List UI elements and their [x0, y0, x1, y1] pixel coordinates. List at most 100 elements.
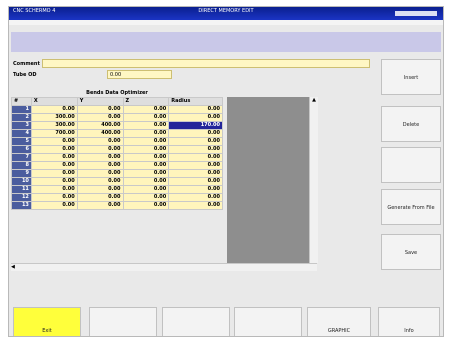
vertical-scrollbar[interactable]: ▲: [309, 97, 318, 263]
cell-value[interactable]: 0.00: [122, 193, 170, 202]
table-row[interactable]: 10 0.00 0.00 0.00 0.00: [11, 177, 223, 186]
table-row[interactable]: 7 0.00 0.00 0.00 0.00: [11, 153, 223, 162]
cell-value[interactable]: 0.00: [30, 137, 78, 146]
cell-value[interactable]: 0.00: [168, 161, 223, 170]
scroll-left-icon[interactable]: ◀: [11, 264, 15, 270]
cell-value[interactable]: 0.00: [30, 201, 78, 210]
cell-value[interactable]: 0.00: [122, 161, 170, 170]
cell-value[interactable]: 0.00: [122, 105, 170, 114]
cell-value[interactable]: 0.00: [30, 145, 78, 154]
cell-value[interactable]: 0.00: [168, 201, 223, 210]
cell-value[interactable]: 400.00: [76, 129, 124, 138]
bends-grid: Bends Data Optimizer # X Y Z Radius 1 0.00 0.0…: [11, 89, 223, 210]
cell-value[interactable]: 0.00: [122, 121, 170, 130]
cell-value[interactable]: 0.00: [168, 153, 223, 162]
table-row[interactable]: 4 700.00 400.00 0.00 0.00: [11, 129, 223, 138]
cell-value[interactable]: 0.00: [30, 105, 78, 114]
cell-value[interactable]: 0.00: [30, 169, 78, 178]
row-index: 1: [11, 105, 32, 114]
cell-value[interactable]: 0.00: [76, 193, 124, 202]
insert-button[interactable]: Insert: [381, 59, 441, 95]
bottom-button-4[interactable]: [234, 307, 302, 336]
bends-table: # X Y Z Radius 1 0.00 0.00 0.00 0.00 2 300.00 0.00 0…: [11, 97, 223, 210]
exit-button[interactable]: Exit: [13, 307, 81, 336]
cell-value[interactable]: 0.00: [168, 177, 223, 186]
tube-od-input[interactable]: 0.00: [107, 70, 172, 79]
row-index: 11: [11, 185, 32, 194]
bottom-button-3[interactable]: [162, 307, 230, 336]
editor-window: CNC SCHERMO 4 DIRECT MEMORY EDIT Comment…: [8, 6, 444, 337]
delete-button[interactable]: Delete: [381, 106, 441, 142]
cell-value[interactable]: 0.00: [122, 129, 170, 138]
table-row[interactable]: 12 0.00 0.00 0.00 0.00: [11, 193, 223, 202]
table-row[interactable]: 2 300.00 0.00 0.00 0.00: [11, 113, 223, 122]
window-controls[interactable]: [395, 11, 437, 16]
cell-value[interactable]: 0.00: [168, 113, 223, 122]
cell-value[interactable]: 0.00: [30, 185, 78, 194]
cell-value[interactable]: 0.00: [76, 145, 124, 154]
cell-value[interactable]: 0.00: [76, 185, 124, 194]
cell-value[interactable]: 300.00: [30, 113, 78, 122]
cell-value[interactable]: 300.00: [30, 121, 78, 130]
title-bar: CNC SCHERMO 4 DIRECT MEMORY EDIT: [9, 7, 443, 20]
cell-value[interactable]: 0.00: [76, 161, 124, 170]
cell-value[interactable]: 0.00: [122, 137, 170, 146]
cell-value[interactable]: 0.00: [122, 153, 170, 162]
cell-value[interactable]: 0.00: [168, 105, 223, 114]
bottom-button-2[interactable]: [89, 307, 157, 336]
cell-value[interactable]: 0.00: [122, 145, 170, 154]
cell-value[interactable]: 0.00: [76, 113, 124, 122]
empty-grid-area: [227, 97, 309, 263]
row-index: 2: [11, 113, 32, 122]
comment-label: Comment: [13, 61, 40, 67]
row-index: 8: [11, 161, 32, 170]
comment-input[interactable]: [42, 59, 370, 68]
info-button[interactable]: Info: [378, 307, 440, 336]
cell-value[interactable]: 400.00: [76, 121, 124, 130]
save-button[interactable]: Save: [381, 234, 441, 270]
window-title-center: DIRECT MEMORY EDIT: [198, 8, 254, 14]
blank-side-button[interactable]: [381, 147, 441, 183]
cell-value[interactable]: 700.00: [30, 129, 78, 138]
table-row[interactable]: 11 0.00 0.00 0.00 0.00: [11, 185, 223, 194]
table-row[interactable]: 3 300.00 400.00 0.00 170.00: [11, 121, 223, 130]
table-row[interactable]: 13 0.00 0.00 0.00 0.00: [11, 201, 223, 210]
cell-value[interactable]: 0.00: [122, 185, 170, 194]
horizontal-scrollbar[interactable]: ◀: [11, 263, 317, 271]
cell-value[interactable]: 0.00: [30, 193, 78, 202]
cell-value[interactable]: 0.00: [168, 129, 223, 138]
row-index: 7: [11, 153, 32, 162]
table-row[interactable]: 1 0.00 0.00 0.00 0.00: [11, 105, 223, 114]
table-row[interactable]: 9 0.00 0.00 0.00 0.00: [11, 169, 223, 178]
cell-value[interactable]: 0.00: [122, 201, 170, 210]
cell-value[interactable]: 0.00: [76, 105, 124, 114]
table-row[interactable]: 8 0.00 0.00 0.00 0.00: [11, 161, 223, 170]
column-header: Radius: [168, 97, 223, 106]
cell-value[interactable]: 0.00: [76, 201, 124, 210]
table-row[interactable]: 5 0.00 0.00 0.00 0.00: [11, 137, 223, 146]
table-row[interactable]: 6 0.00 0.00 0.00 0.00: [11, 145, 223, 154]
grid-title: Bends Data Optimizer: [86, 90, 148, 96]
generate-from-file-button[interactable]: Generate From File: [381, 189, 441, 225]
cell-value[interactable]: 0.00: [168, 145, 223, 154]
graphic-button[interactable]: GRAPHIC: [307, 307, 371, 336]
cell-value[interactable]: 0.00: [76, 137, 124, 146]
cell-value[interactable]: 0.00: [76, 153, 124, 162]
selected-cell[interactable]: 170.00: [168, 121, 223, 130]
cell-value[interactable]: 0.00: [122, 113, 170, 122]
menu-strip: [9, 20, 443, 25]
column-header: X: [30, 97, 78, 106]
cell-value[interactable]: 0.00: [30, 153, 78, 162]
cell-value[interactable]: 0.00: [168, 185, 223, 194]
column-header: Y: [76, 97, 124, 106]
cell-value[interactable]: 0.00: [76, 177, 124, 186]
cell-value[interactable]: 0.00: [30, 177, 78, 186]
cell-value[interactable]: 0.00: [168, 193, 223, 202]
cell-value[interactable]: 0.00: [76, 169, 124, 178]
cell-value[interactable]: 0.00: [30, 161, 78, 170]
cell-value[interactable]: 0.00: [122, 177, 170, 186]
cell-value[interactable]: 0.00: [122, 169, 170, 178]
cell-value[interactable]: 0.00: [168, 169, 223, 178]
cell-value[interactable]: 0.00: [168, 137, 223, 146]
scroll-up-icon[interactable]: ▲: [312, 97, 316, 103]
